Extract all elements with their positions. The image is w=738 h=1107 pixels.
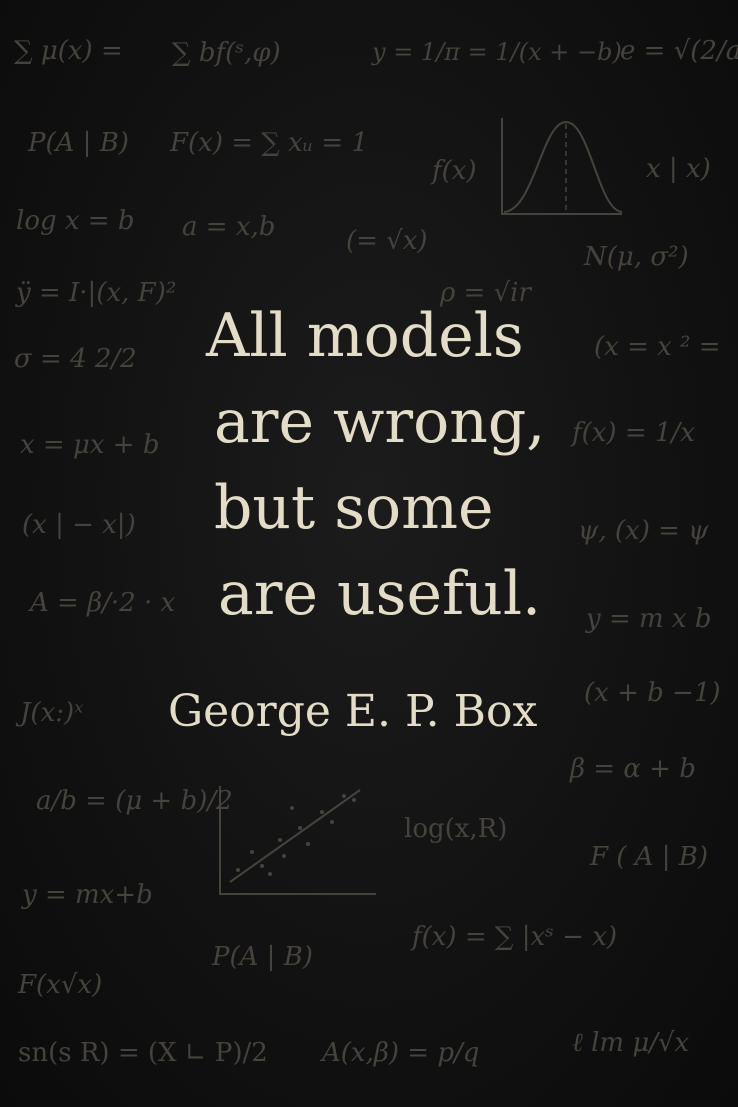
formula-f-of-x: f(x) — [432, 156, 477, 186]
formula-F-sum: F(x) = ∑ xᵤ = 1 — [170, 128, 369, 158]
formula-conditional-prob-2: P(A | B) — [212, 942, 313, 972]
formula-A-x-beta: A(x,β) = p/q — [322, 1038, 480, 1068]
formula-y-mx-b: y = mx+b — [22, 880, 153, 910]
formula-F-A-given-B: F ( A | B) — [590, 842, 709, 872]
formula-sn: sn(s R) = (X ∟ P)/2 — [18, 1038, 268, 1068]
formula-sum-mu: ∑ μ(x) = — [14, 36, 123, 66]
quote-line-3: but some — [214, 473, 494, 543]
formula-y-double-dot: ÿ = I·|(x, F)² — [16, 278, 177, 308]
scatter-plot-sketch — [219, 786, 376, 895]
formula-y-fraction: y = 1/π = 1/(x + −b) — [372, 38, 622, 66]
formula-conditional-prob-1: P(A | B) — [28, 128, 129, 158]
formula-sqrt-x: (= √x) — [346, 226, 428, 256]
formula-e-sqrt: e = √(2/a) — [620, 36, 738, 66]
quote-line-4: are useful. — [218, 559, 542, 629]
formula-x-given-x: x | x) — [646, 154, 711, 184]
formula-f-sum-abs: f(x) = ∑ |xˢ − x) — [412, 922, 618, 952]
formula-normal-dist: N(μ, σ²) — [584, 242, 689, 272]
quote-line-1: All models — [206, 301, 524, 371]
formula-F-x-sqrt: F(x√x) — [18, 970, 103, 1000]
formula-log-xR: log(x,R) — [404, 814, 508, 844]
formula-lim: ℓ lm μ/√x — [572, 1028, 690, 1058]
formula-log: log x = b — [16, 206, 135, 236]
bell-curve-sketch — [501, 118, 623, 215]
quote-line-2: are wrong, — [214, 387, 546, 457]
formula-a-equals: a = x,b — [182, 212, 276, 242]
formula-beta-alpha: β = α + b — [570, 754, 696, 784]
quote-author: George E. P. Box — [168, 686, 538, 737]
formula-sum-bf: ∑ bf(ˢ,φ) — [172, 38, 281, 68]
